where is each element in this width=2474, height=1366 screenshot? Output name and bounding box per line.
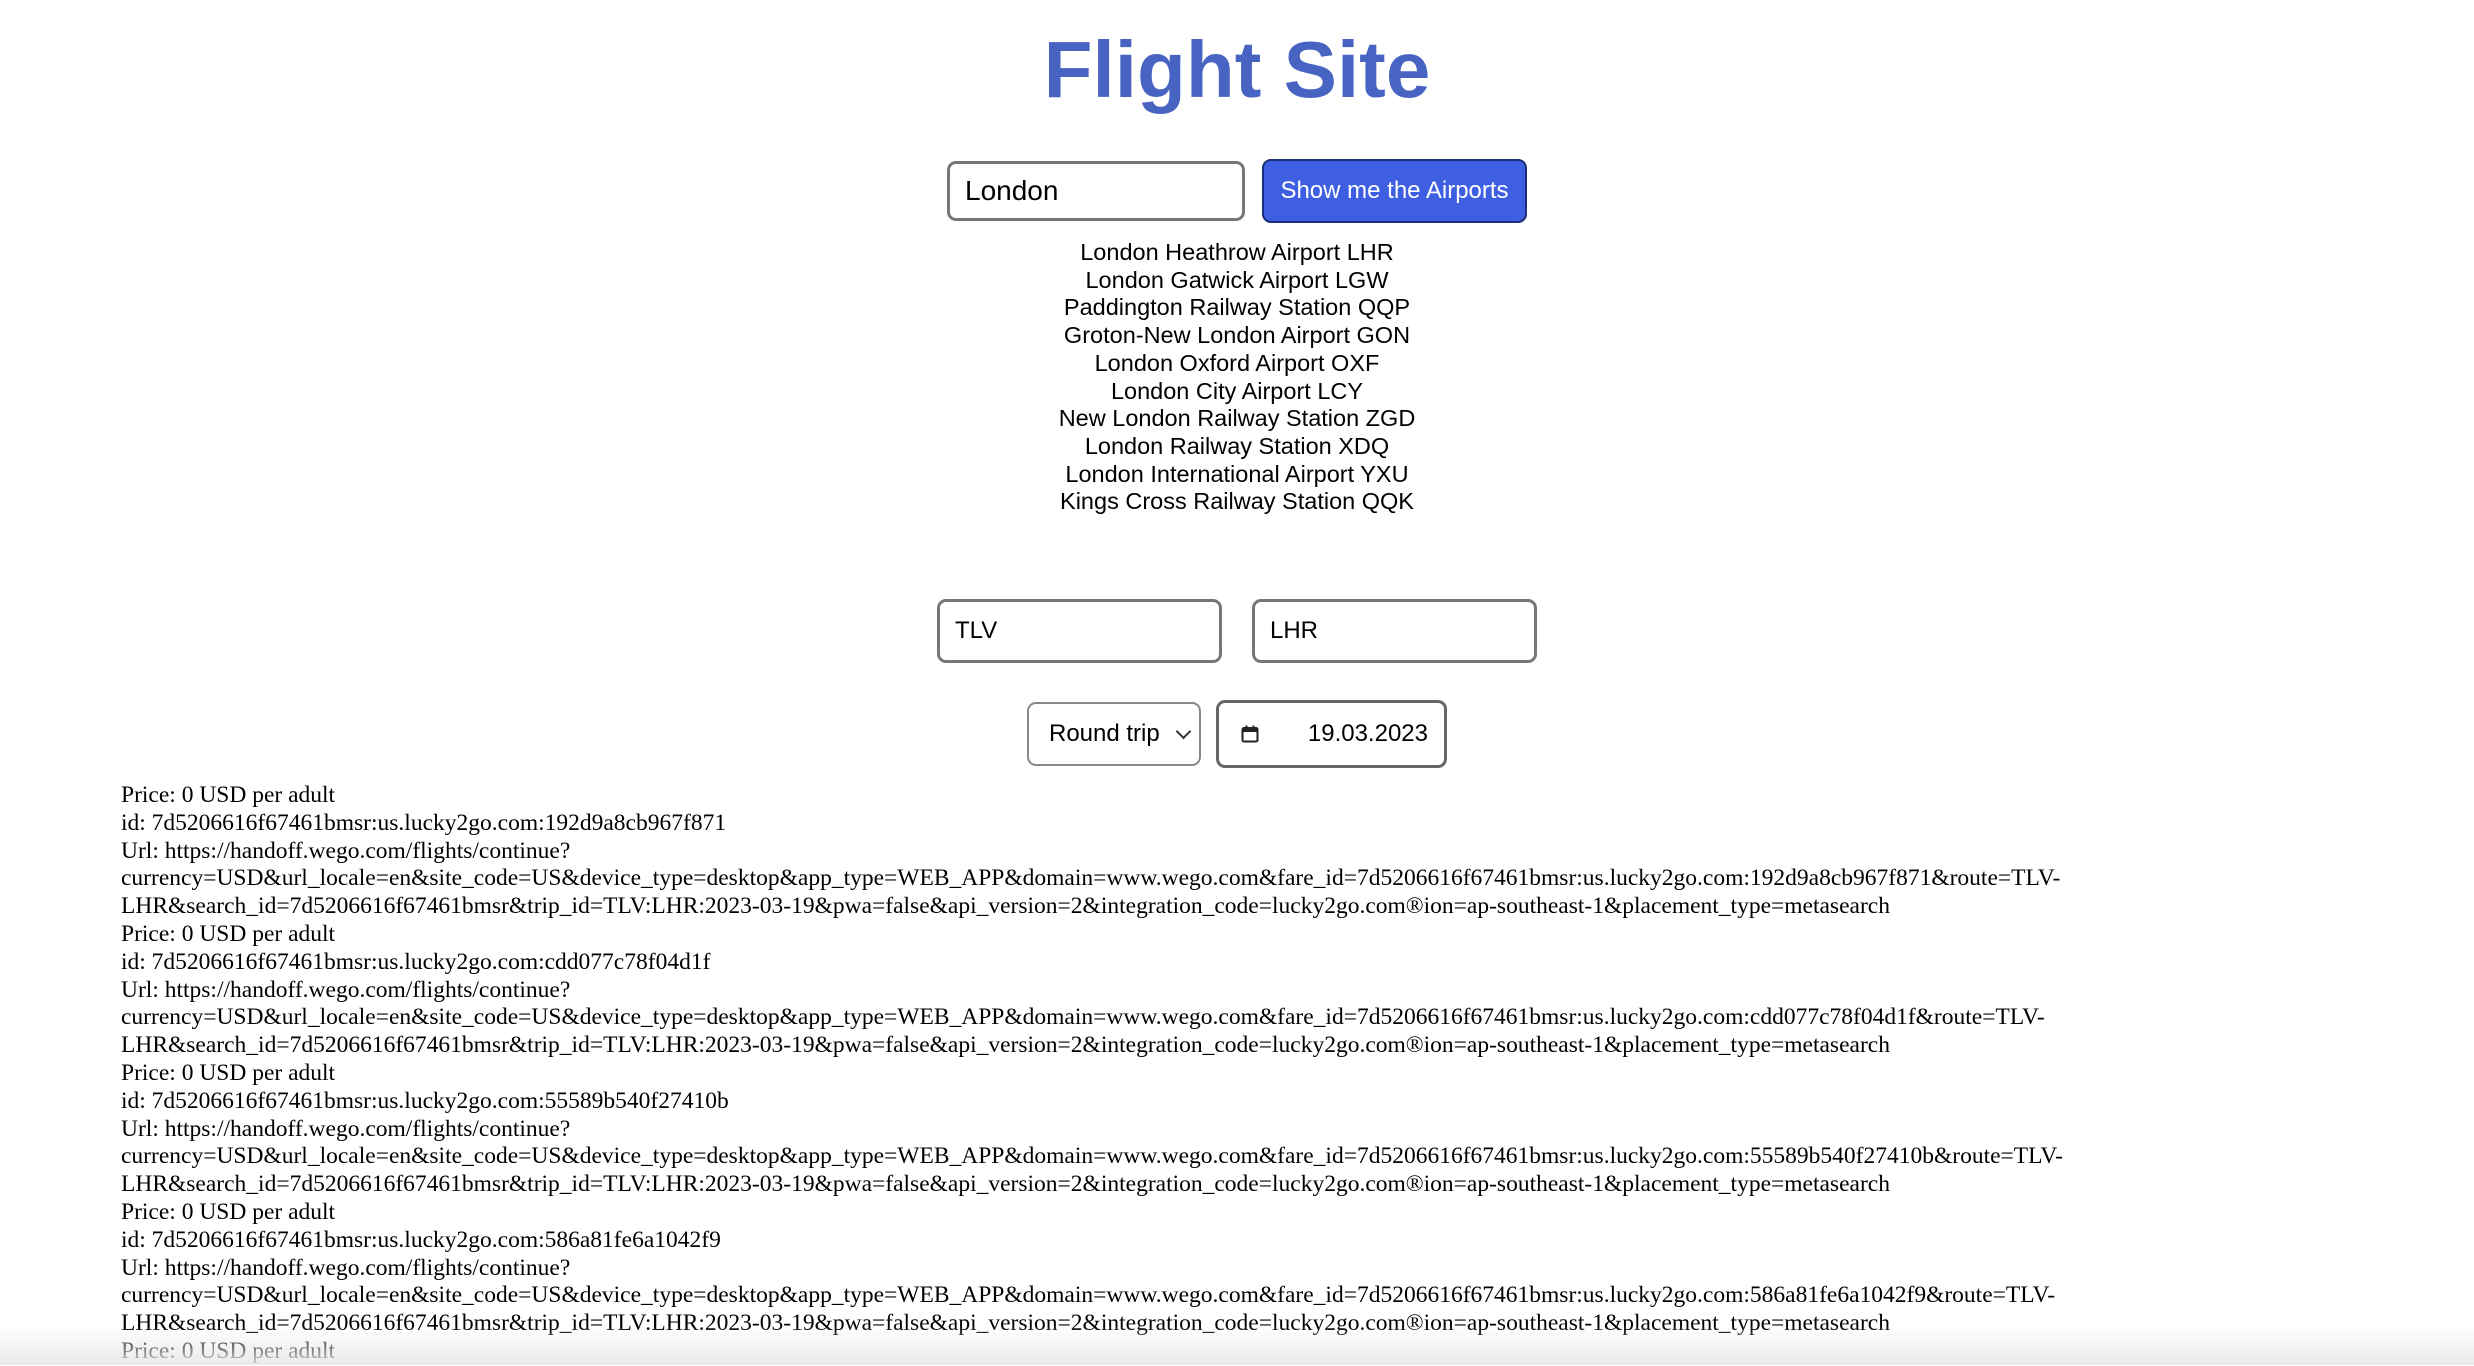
show-airports-button[interactable]: Show me the Airports xyxy=(1262,159,1527,223)
result-price: Price: 0 USD per adult xyxy=(121,1198,336,1225)
result-price: Price: 0 USD per adult xyxy=(121,782,336,808)
airport-list-item: London Railway Station XDQ xyxy=(1084,432,1390,459)
result-url-line: LHR&search_id=7d5206616f67461bmsr&trip_i… xyxy=(121,1171,1890,1198)
result-item: Price: 0 USD per adult id: 7d5206616f674… xyxy=(121,921,2421,1060)
result-item: Price: 0 USD per adult id: 7d5206616f674… xyxy=(121,782,2421,921)
result-item: Price: 0 USD per adult xyxy=(121,1338,2421,1366)
result-price: Price: 0 USD per adult xyxy=(121,920,336,947)
result-url-line: currency=USD&url_locale=en&site_code=US&… xyxy=(121,865,2061,892)
result-price: Price: 0 USD per adult xyxy=(121,1059,336,1086)
origin-code-input[interactable] xyxy=(937,599,1222,663)
result-url-line: currency=USD&url_locale=en&site_code=US&… xyxy=(121,1004,2045,1031)
airport-list: London Heathrow Airport LHR London Gatwi… xyxy=(0,239,2474,516)
result-url-line: LHR&search_id=7d5206616f67461bmsr&trip_i… xyxy=(121,1310,1890,1337)
result-id: id: 7d5206616f67461bmsr:us.lucky2go.com:… xyxy=(121,948,711,975)
route-form xyxy=(0,599,2474,663)
page-title: Flight Site xyxy=(1043,25,1431,114)
result-url-line: Url: https://handoff.wego.com/flights/co… xyxy=(121,837,571,864)
airport-list-item: London Gatwick Airport LGW xyxy=(1085,266,1389,293)
departure-date-input[interactable]: 19.03.2023 xyxy=(1216,700,1447,768)
result-id: id: 7d5206616f67461bmsr:us.lucky2go.com:… xyxy=(121,809,727,836)
result-url-line: LHR&search_id=7d5206616f67461bmsr&trip_i… xyxy=(121,1032,1890,1059)
trip-type-select[interactable]: Round trip xyxy=(1027,702,1201,766)
airport-list-item: London City Airport LCY xyxy=(1110,377,1364,404)
city-search-input[interactable] xyxy=(947,161,1245,221)
results-list: Price: 0 USD per adult id: 7d5206616f674… xyxy=(121,782,2421,1366)
airport-list-item: Paddington Railway Station QQP xyxy=(1063,294,1411,321)
result-url-line: Url: https://handoff.wego.com/flights/co… xyxy=(121,1254,571,1281)
result-url-line: currency=USD&url_locale=en&site_code=US&… xyxy=(121,1282,2056,1309)
destination-code-input[interactable] xyxy=(1252,599,1537,663)
trip-options: Round trip 19.03.2023 xyxy=(0,700,2474,768)
calendar-icon[interactable] xyxy=(1241,725,1259,743)
result-id: id: 7d5206616f67461bmsr:us.lucky2go.com:… xyxy=(121,1226,721,1253)
trip-type-selected: Round trip xyxy=(1049,720,1160,747)
airport-list-item: Groton-New London Airport GON xyxy=(1063,322,1411,349)
result-item: Price: 0 USD per adult id: 7d5206616f674… xyxy=(121,1060,2421,1199)
airport-search-form: Show me the Airports xyxy=(0,159,2474,223)
airport-list-item: New London Railway Station ZGD xyxy=(1058,405,1416,432)
result-url-line: LHR&search_id=7d5206616f67461bmsr&trip_i… xyxy=(121,893,1890,920)
date-value: 19.03.2023 xyxy=(1307,720,1428,747)
airport-list-item: London Oxford Airport OXF xyxy=(1094,349,1380,376)
result-price: Price: 0 USD per adult xyxy=(121,1337,336,1364)
result-url-line: currency=USD&url_locale=en&site_code=US&… xyxy=(121,1143,2063,1170)
result-item: Price: 0 USD per adult id: 7d5206616f674… xyxy=(121,1199,2421,1338)
airport-list-item: Kings Cross Railway Station QQK xyxy=(1060,488,1414,515)
result-url-line: Url: https://handoff.wego.com/flights/co… xyxy=(121,1115,571,1142)
airport-list-item: London Heathrow Airport LHR xyxy=(1080,239,1394,265)
chevron-down-icon xyxy=(1175,723,1192,739)
result-url-line: Url: https://handoff.wego.com/flights/co… xyxy=(121,976,571,1003)
airport-list-item: London International Airport YXU xyxy=(1065,460,1409,487)
result-id: id: 7d5206616f67461bmsr:us.lucky2go.com:… xyxy=(121,1087,729,1114)
